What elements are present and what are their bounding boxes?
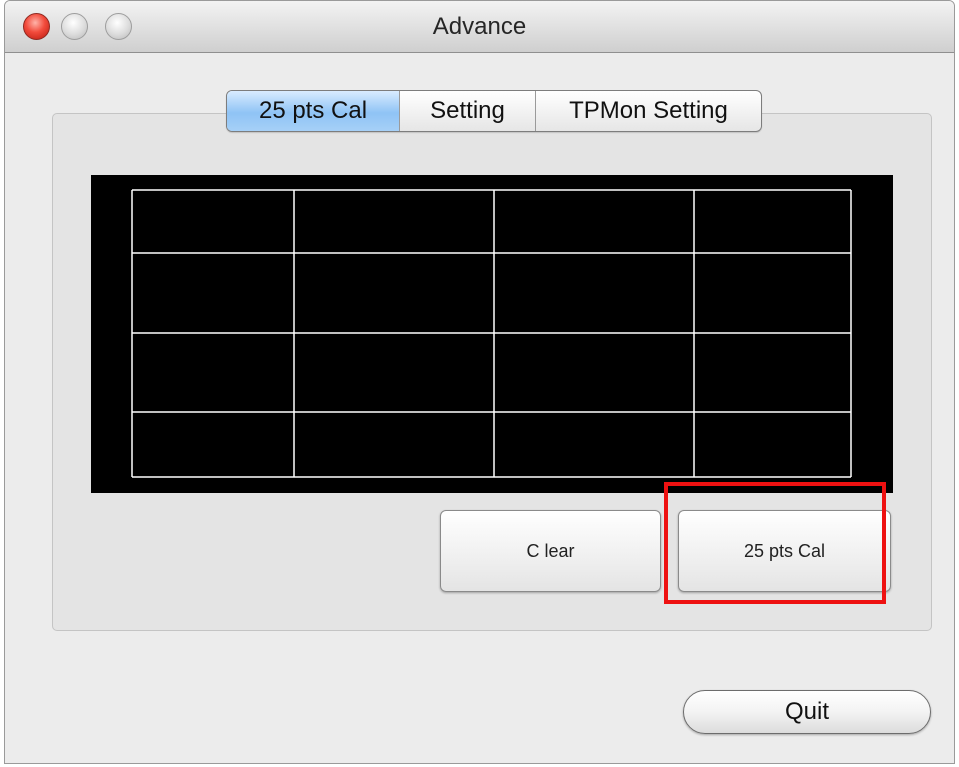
quit-button[interactable]: Quit <box>683 690 931 734</box>
tab-tpmon-setting[interactable]: TPMon Setting <box>536 91 761 131</box>
25-pts-cal-button[interactable]: 25 pts Cal <box>678 510 891 592</box>
clear-button[interactable]: C lear <box>440 510 661 592</box>
title-bar: Advance <box>5 1 954 53</box>
tab-setting[interactable]: Setting <box>400 91 536 131</box>
calibration-panel[interactable] <box>91 175 893 493</box>
tab-bar: 25 pts Cal Setting TPMon Setting <box>226 90 762 132</box>
tab-25-pts-cal[interactable]: 25 pts Cal <box>227 91 400 131</box>
window-title: Advance <box>432 13 527 40</box>
calibration-grid <box>131 189 852 478</box>
